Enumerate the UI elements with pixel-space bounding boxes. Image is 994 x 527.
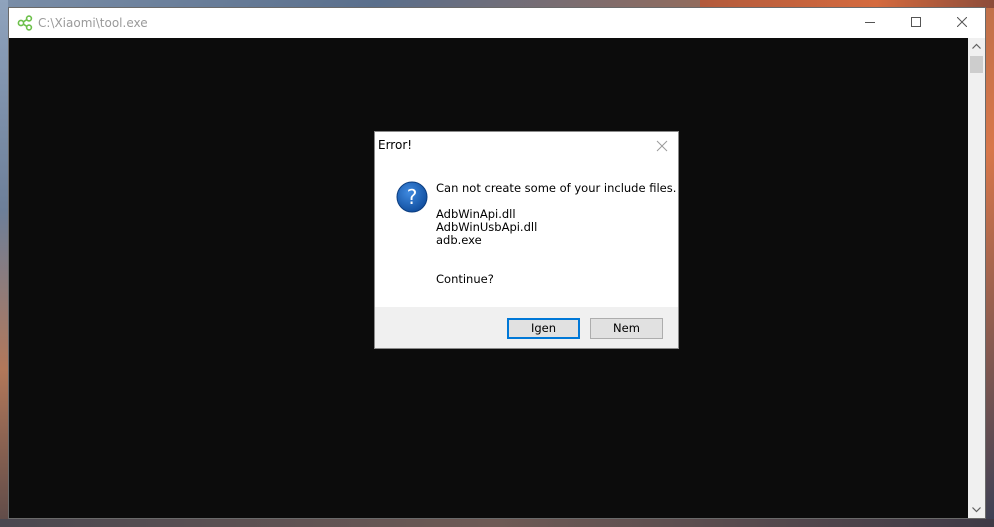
dialog-file-item: adb.exe [436,233,482,247]
scroll-down-button[interactable] [968,501,985,518]
desktop-background-bottom [0,519,994,527]
vertical-scrollbar[interactable] [968,38,985,518]
scroll-up-button[interactable] [968,38,985,55]
dialog-file-item: AdbWinApi.dll [436,207,516,221]
maximize-button[interactable] [893,8,939,38]
window-title: C:\Xiaomi\tool.exe [38,16,148,30]
close-button[interactable] [939,8,985,38]
dialog-prompt: Continue? [436,272,494,286]
error-dialog: Error! ? Can not create some of your inc… [374,131,679,349]
dialog-file-item: AdbWinUsbApi.dll [436,220,538,234]
dialog-button-bar: Igen Nem [375,307,678,348]
title-bar[interactable]: C:\Xiaomi\tool.exe [9,8,985,38]
close-icon [957,17,967,27]
dialog-message: Can not create some of your include file… [436,181,677,195]
yes-button[interactable]: Igen [507,318,580,339]
chevron-down-icon [972,507,981,513]
maximize-icon [911,17,921,27]
desktop-background-left [0,0,8,527]
minimize-icon [865,22,875,23]
minimize-button[interactable] [847,8,893,38]
dialog-close-button[interactable] [653,137,671,155]
question-icon: ? [396,181,428,213]
no-button[interactable]: Nem [590,318,663,339]
share-nodes-icon [17,15,33,31]
chevron-up-icon [972,43,981,49]
close-icon [656,140,668,152]
scroll-thumb[interactable] [970,56,983,73]
svg-text:?: ? [407,185,418,209]
dialog-title: Error! [378,138,413,152]
